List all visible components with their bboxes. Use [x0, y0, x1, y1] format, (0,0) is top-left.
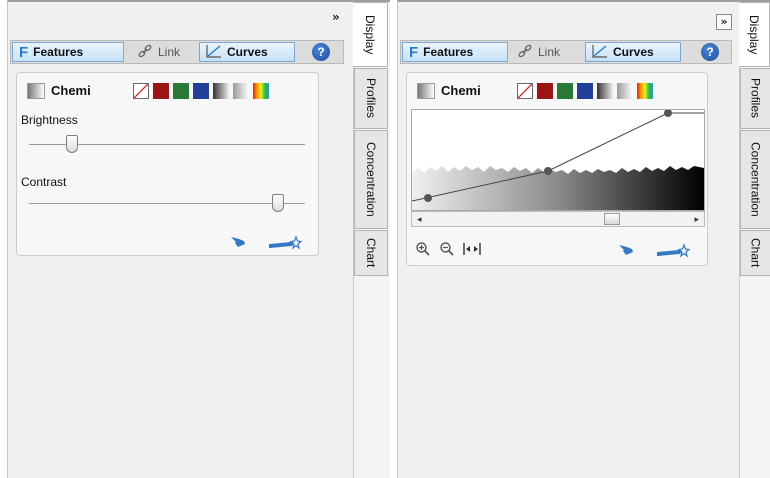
side-tab-profiles[interactable]: Profiles: [354, 68, 388, 129]
tab-curves[interactable]: Curves: [199, 42, 295, 62]
side-tab-profiles-label: Profiles: [364, 78, 378, 119]
link-icon: [137, 44, 153, 61]
left-display-panel: » F Features Link Curves ? Chemi Brightn…: [7, 0, 353, 478]
histogram: [412, 166, 704, 210]
rainbow-swatch[interactable]: [253, 83, 269, 99]
side-tab-concentration-label: Concentration: [364, 142, 378, 217]
side-tab-concentration-label: Concentration: [748, 142, 763, 217]
fit-width-icon[interactable]: [463, 241, 481, 260]
blue-swatch[interactable]: [577, 83, 593, 99]
right-display-panel: » F Features Link Curves ? Chemi ◂ ▸: [397, 0, 739, 478]
side-tab-display-label: Display: [747, 14, 761, 55]
gray-gradient-swatch[interactable]: [597, 83, 613, 99]
tab-curves-label: Curves: [227, 45, 268, 59]
channel-name: Chemi: [51, 83, 91, 98]
help-icon[interactable]: ?: [312, 43, 330, 61]
features-f-icon: F: [409, 43, 419, 61]
curves-icon: [592, 44, 608, 61]
features-f-icon: F: [19, 43, 29, 61]
curve-horizontal-scrollbar[interactable]: ◂ ▸: [411, 211, 705, 227]
feature-tab-bar-right: F Features Link Curves ?: [400, 40, 732, 64]
hand-pointer-icon[interactable]: [617, 243, 635, 262]
expand-panel-button[interactable]: »: [332, 10, 340, 24]
left-side-tab-strip: Display Profiles Concentration Chart: [353, 0, 390, 478]
contrast-label: Contrast: [21, 175, 67, 189]
side-tab-concentration[interactable]: Concentration: [354, 130, 388, 229]
feature-tab-bar: F Features Link Curves ?: [10, 40, 344, 64]
curve-point-high[interactable]: [664, 110, 672, 117]
contrast-track: [29, 203, 305, 204]
zoom-in-icon[interactable]: [415, 241, 431, 260]
color-palette: [133, 83, 269, 99]
curve-point-low[interactable]: [424, 194, 432, 202]
expand-panel-button-boxed[interactable]: »: [716, 14, 732, 30]
side-tab-chart-label: Chart: [364, 238, 378, 268]
side-tab-concentration-right[interactable]: Concentration: [740, 130, 770, 229]
side-tab-profiles-right[interactable]: Profiles: [740, 68, 770, 129]
rainbow-swatch[interactable]: [637, 83, 653, 99]
blue-swatch[interactable]: [193, 83, 209, 99]
side-tab-display-right[interactable]: Display: [739, 2, 770, 67]
right-side-tab-strip: Display Profiles Concentration Chart: [739, 0, 770, 478]
brightness-thumb[interactable]: [66, 135, 78, 153]
tab-features-label: Features: [423, 45, 474, 59]
tab-features[interactable]: F Features: [12, 42, 124, 62]
channel-name: Chemi: [441, 83, 481, 98]
zoom-out-icon[interactable]: [439, 241, 455, 260]
side-tab-display[interactable]: Display: [353, 2, 388, 67]
tab-link[interactable]: Link: [131, 42, 197, 62]
gray-light-swatch[interactable]: [233, 83, 249, 99]
scroll-right-arrow[interactable]: ▸: [694, 212, 699, 226]
link-icon: [517, 44, 533, 61]
brightness-slider[interactable]: [29, 135, 305, 155]
channel-gradient-icon: [27, 83, 45, 99]
contrast-thumb[interactable]: [272, 194, 284, 212]
side-tab-chart[interactable]: Chart: [354, 230, 388, 276]
side-tab-chart-right[interactable]: Chart: [740, 230, 770, 276]
red-swatch[interactable]: [537, 83, 553, 99]
channel-gradient-icon: [417, 83, 435, 99]
magic-wand-icon[interactable]: [268, 235, 303, 254]
side-tab-profiles-label: Profiles: [748, 78, 763, 119]
no-color-swatch[interactable]: [133, 83, 149, 99]
curve-editor[interactable]: [411, 109, 705, 211]
tab-curves-label: Curves: [613, 45, 654, 59]
curves-settings-card: Chemi ◂ ▸: [406, 72, 708, 266]
hand-pointer-icon[interactable]: [229, 235, 247, 254]
brightness-label: Brightness: [21, 113, 78, 127]
contrast-slider[interactable]: [29, 194, 305, 214]
red-swatch[interactable]: [153, 83, 169, 99]
color-palette: [517, 83, 653, 99]
scroll-left-arrow[interactable]: ◂: [417, 212, 422, 226]
no-color-swatch[interactable]: [517, 83, 533, 99]
help-icon[interactable]: ?: [701, 43, 719, 61]
side-tab-display-label: Display: [363, 14, 377, 55]
tab-link-label: Link: [158, 45, 181, 59]
tab-features-label: Features: [33, 45, 84, 59]
side-tab-chart-label: Chart: [748, 238, 763, 268]
display-settings-card: Chemi Brightness Contrast: [16, 72, 319, 256]
tab-features-right[interactable]: F Features: [402, 42, 508, 62]
gray-gradient-swatch[interactable]: [213, 83, 229, 99]
magic-wand-icon[interactable]: [656, 243, 691, 262]
gray-light-swatch[interactable]: [617, 83, 633, 99]
tab-link-label: Link: [538, 45, 561, 59]
scrollbar-thumb[interactable]: [604, 213, 620, 225]
tab-link-right[interactable]: Link: [511, 42, 577, 62]
curve-editor-graphic: [412, 110, 704, 210]
tab-curves-right[interactable]: Curves: [585, 42, 681, 62]
green-swatch[interactable]: [173, 83, 189, 99]
curve-point-mid[interactable]: [544, 167, 552, 175]
curves-icon: [206, 44, 222, 61]
green-swatch[interactable]: [557, 83, 573, 99]
